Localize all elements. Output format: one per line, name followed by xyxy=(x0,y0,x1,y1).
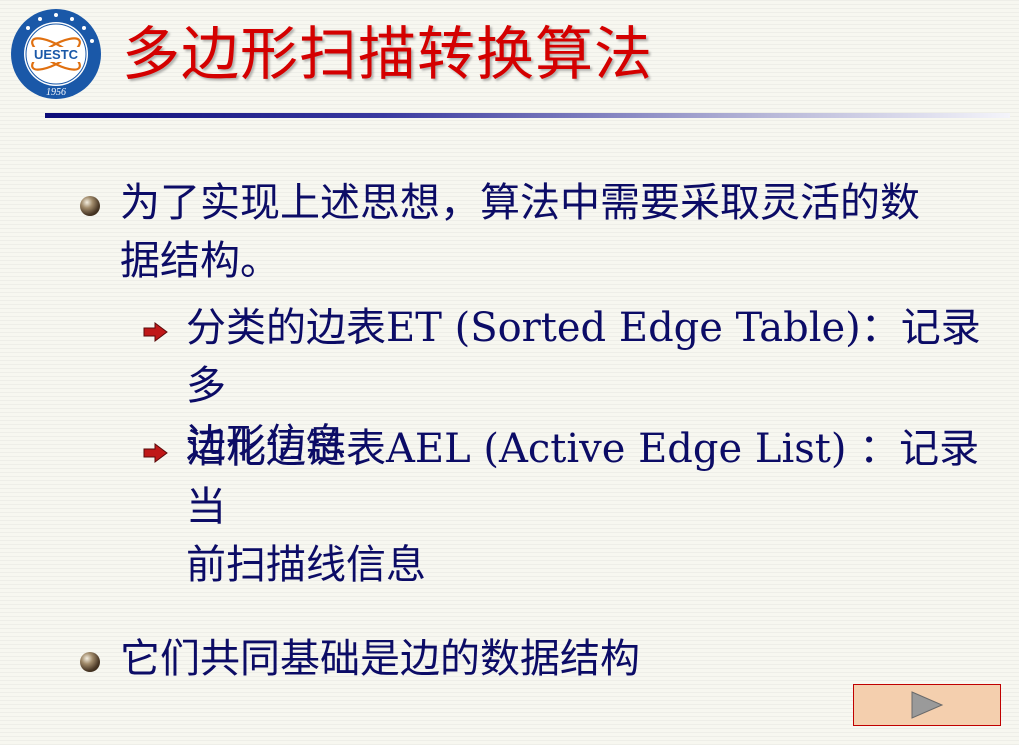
title-divider xyxy=(45,113,1010,118)
logo-center-text: UESTC xyxy=(34,47,79,62)
logo-seal-icon: UESTC 1956 xyxy=(11,9,101,99)
bullet-dot-icon xyxy=(80,652,100,672)
red-arrow-bullet-icon xyxy=(143,443,168,463)
play-next-icon xyxy=(911,691,944,719)
university-logo: UESTC 1956 xyxy=(10,8,102,100)
red-arrow-bullet-icon xyxy=(143,322,168,342)
sub-bullet-text: 活化边链表AEL (Active Edge List) ：记录当 前扫描线信息 xyxy=(186,426,980,588)
slide-title: 多边形扫描转换算法 xyxy=(122,20,654,88)
bullet-dot-icon xyxy=(80,196,100,216)
bullet-text: 为了实现上述思想，算法中需要采取灵活的数 据结构。 xyxy=(120,180,920,284)
logo-year: 1956 xyxy=(46,87,66,98)
bullet-text: 它们共同基础是边的数据结构 xyxy=(120,636,640,682)
next-slide-button[interactable] xyxy=(853,684,1001,726)
